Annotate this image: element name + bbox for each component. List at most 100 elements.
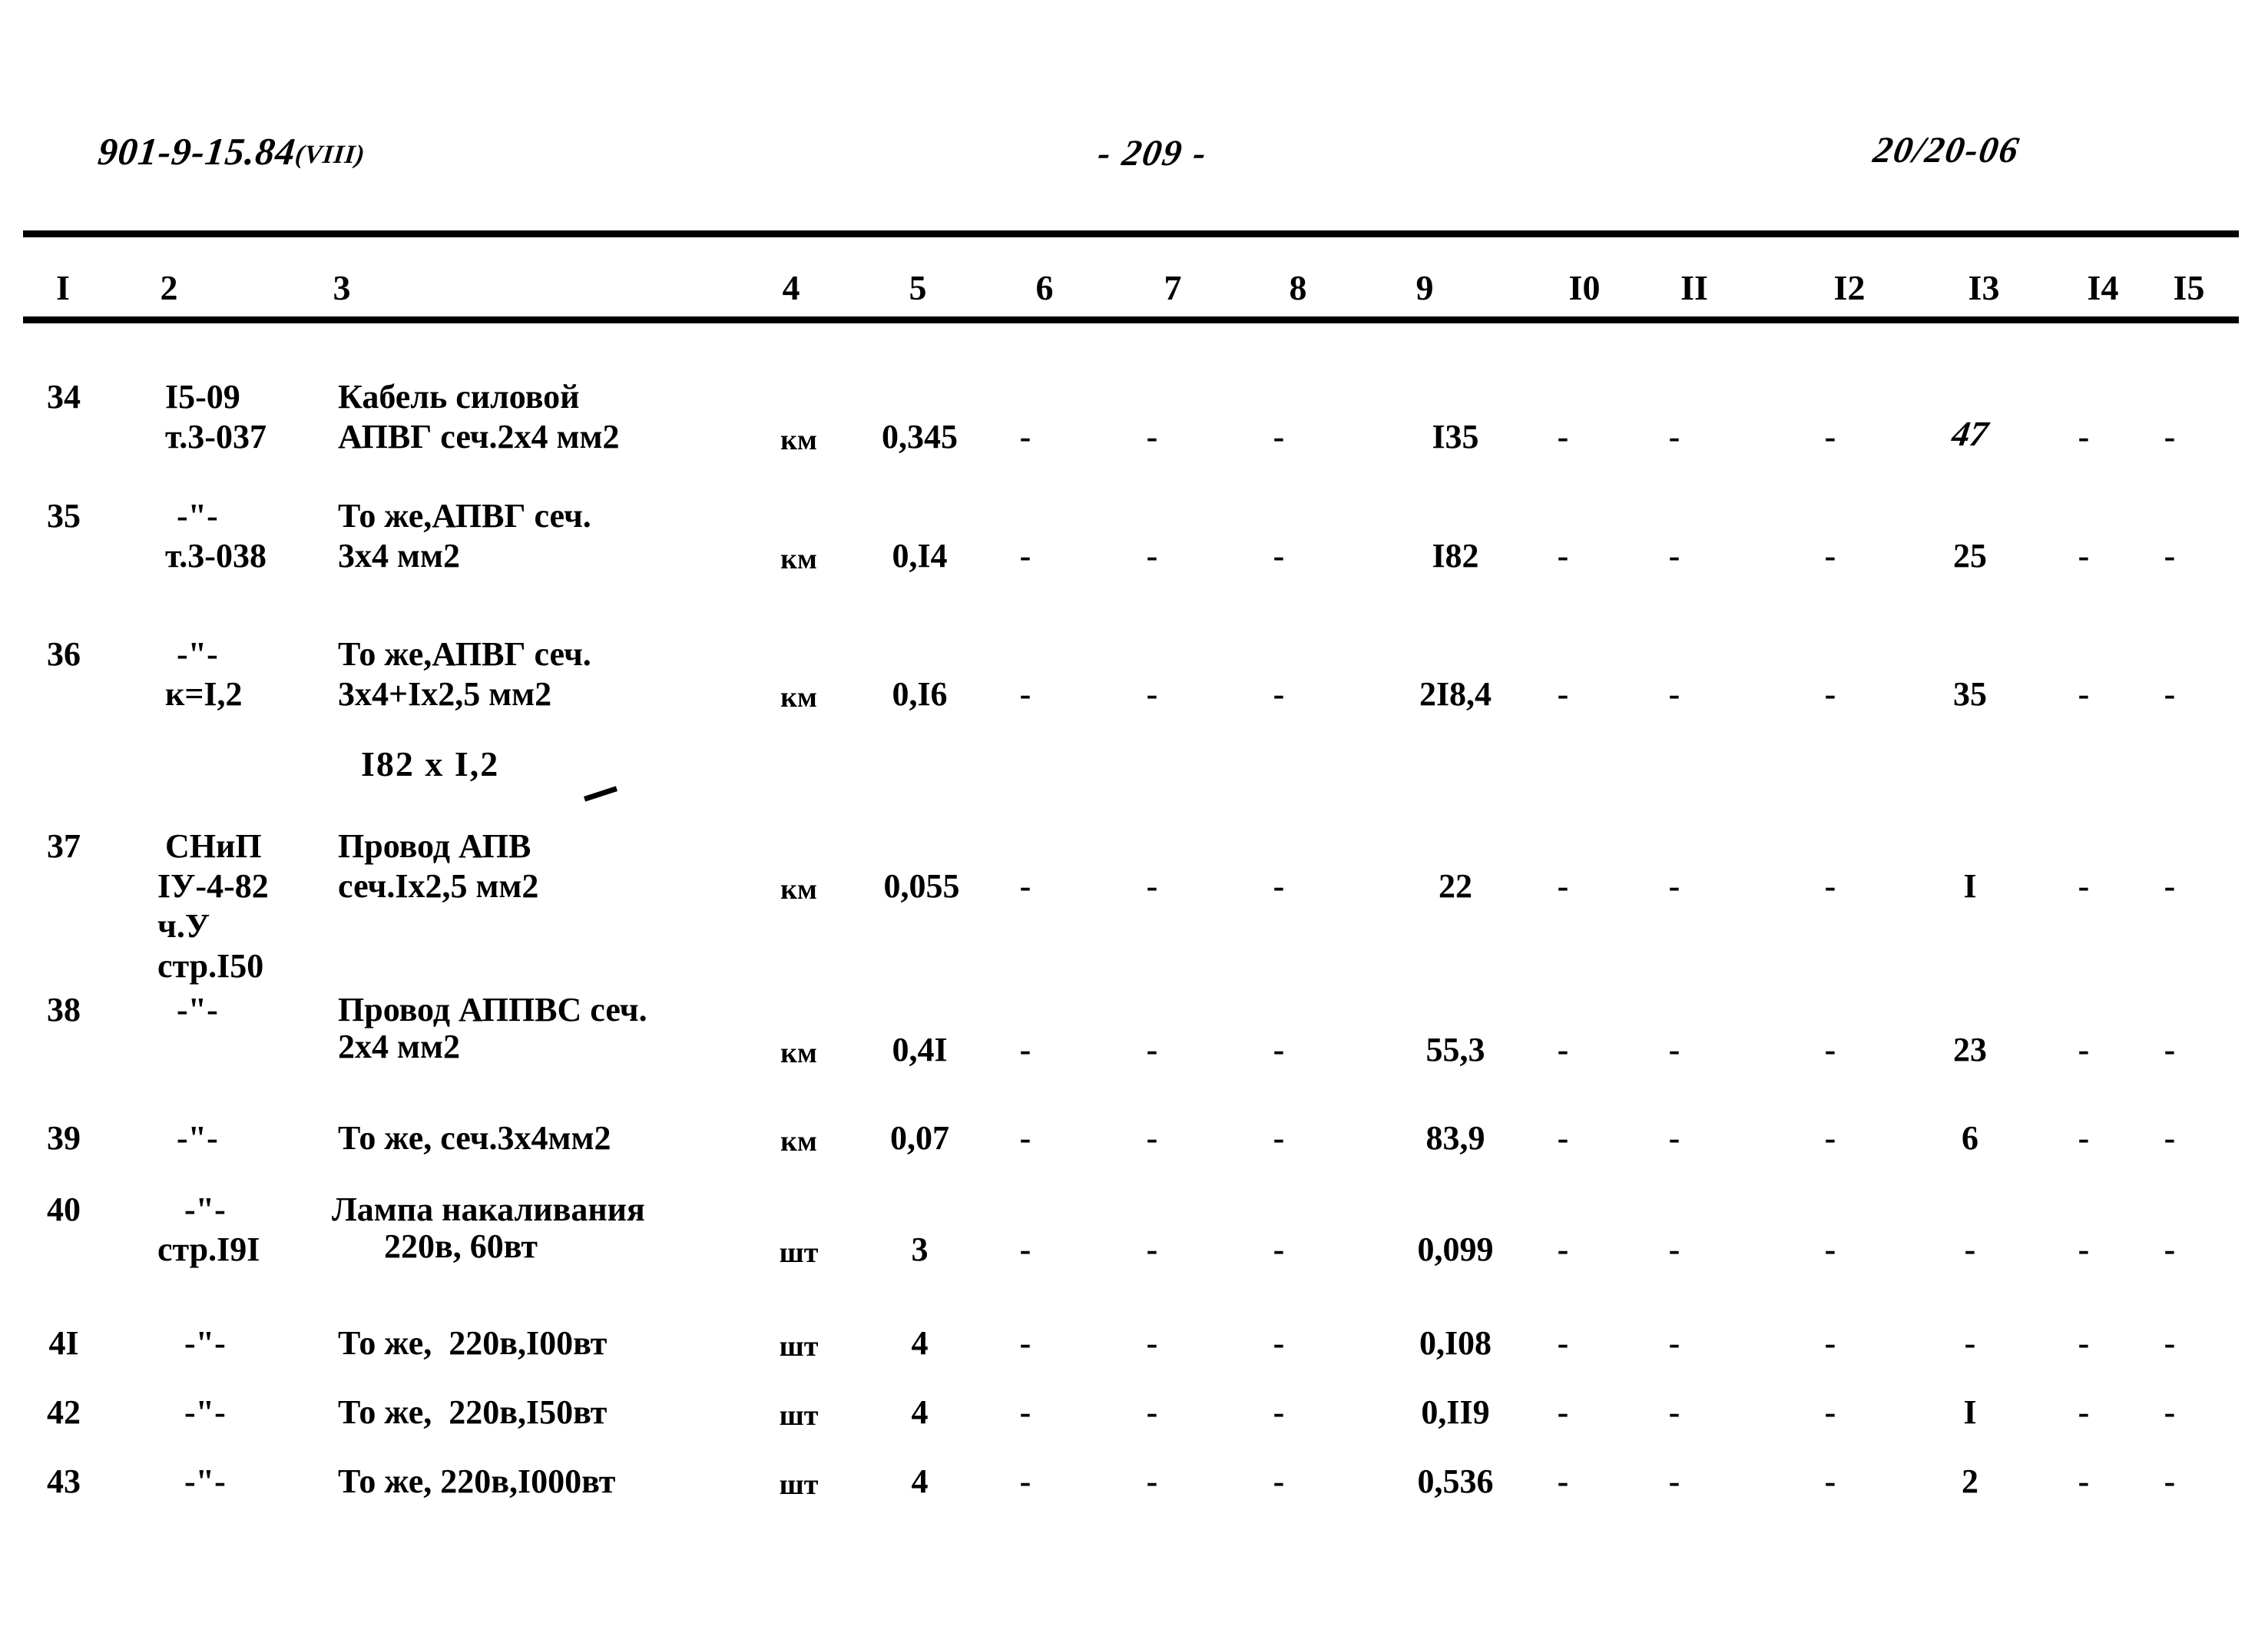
cell-unit: км bbox=[780, 424, 817, 456]
cell-col14: - bbox=[2078, 418, 2090, 455]
cell-ref-2: т.3-038 bbox=[165, 537, 267, 575]
cell-name-1: То же, 220в,I50вт bbox=[338, 1393, 608, 1431]
cell-unit: шт bbox=[779, 1330, 819, 1363]
cell-ref-1: СНиП bbox=[165, 827, 262, 865]
cell-col11: - bbox=[1668, 1324, 1680, 1362]
column-header-10: I0 bbox=[1568, 268, 1601, 307]
cell-num: 35 bbox=[47, 497, 81, 535]
cell-ref-1: -"- bbox=[184, 1191, 226, 1228]
cell-col13: I bbox=[1963, 1393, 1977, 1431]
cell-col12: - bbox=[1824, 1324, 1836, 1362]
cell-col8: - bbox=[1273, 1393, 1285, 1431]
cell-ref-4: стр.I50 bbox=[157, 947, 264, 985]
cell-col14: - bbox=[2078, 1462, 2090, 1500]
cell-col12: - bbox=[1824, 675, 1836, 713]
cell-col10: - bbox=[1557, 537, 1569, 575]
cell-name-2: сеч.Iх2,5 мм2 bbox=[338, 867, 539, 905]
cell-col15: - bbox=[2164, 1231, 2176, 1268]
cell-col9: I35 bbox=[1432, 418, 1479, 455]
cell-unit: км bbox=[780, 873, 817, 906]
cell-col12: - bbox=[1824, 418, 1836, 455]
cell-col5: 4 bbox=[911, 1393, 929, 1431]
column-header-8: 8 bbox=[1289, 268, 1307, 307]
cell-col9: 0,099 bbox=[1417, 1231, 1494, 1268]
cell-col11: - bbox=[1668, 1393, 1680, 1431]
cell-col13: I bbox=[1963, 867, 1977, 905]
cell-col8: - bbox=[1273, 867, 1285, 905]
cell-col12: - bbox=[1824, 1119, 1836, 1157]
cell-col6: - bbox=[1019, 867, 1031, 905]
cell-col9: 55,3 bbox=[1425, 1031, 1485, 1068]
cell-col5: 0,07 bbox=[890, 1119, 949, 1157]
cell-unit: шт bbox=[779, 1469, 819, 1501]
cell-col8: - bbox=[1273, 1462, 1285, 1500]
cell-ref-2: к=I,2 bbox=[165, 675, 243, 713]
cell-col14: - bbox=[2078, 1324, 2090, 1362]
cell-col9: 22 bbox=[1439, 867, 1472, 905]
cell-ref-1: -"- bbox=[177, 1119, 218, 1157]
cell-col7: - bbox=[1146, 1231, 1158, 1268]
cell-num: 38 bbox=[47, 991, 81, 1028]
annotation-underline-mark bbox=[583, 786, 618, 802]
cell-name-1: То же, 220в,I00вт bbox=[338, 1324, 608, 1362]
column-header-2: 2 bbox=[160, 268, 178, 307]
cell-ref-3: ч.У bbox=[157, 907, 210, 945]
cell-col12: - bbox=[1824, 1462, 1836, 1500]
cell-col10: - bbox=[1557, 1393, 1569, 1431]
cell-col7: - bbox=[1146, 1031, 1158, 1068]
cell-ref-1: I5-09 bbox=[165, 378, 240, 416]
sheet-code: 20/20-06 bbox=[1870, 130, 2024, 171]
cell-col13: 23 bbox=[1953, 1031, 1987, 1068]
cell-name-2: 2х4 мм2 bbox=[338, 1028, 460, 1065]
cell-col9: 0,536 bbox=[1417, 1462, 1494, 1500]
cell-col12: - bbox=[1824, 1031, 1836, 1068]
cell-col10: - bbox=[1557, 1031, 1569, 1068]
cell-ref-1: -"- bbox=[184, 1462, 226, 1500]
cell-ref-2: т.3-037 bbox=[165, 418, 267, 455]
cell-col7: - bbox=[1146, 418, 1158, 455]
cell-col5: 0,055 bbox=[883, 867, 960, 905]
column-header-13: I3 bbox=[1968, 268, 2000, 307]
cell-col13: 2 bbox=[1962, 1462, 1978, 1500]
column-header-12: I2 bbox=[1833, 268, 1866, 307]
cell-name-1: То же, 220в,I000вт bbox=[338, 1462, 616, 1500]
cell-col6: - bbox=[1019, 1231, 1031, 1268]
cell-col6: - bbox=[1019, 537, 1031, 575]
cell-col11: - bbox=[1668, 1462, 1680, 1500]
document-code: 901-9-15.84(VIII) bbox=[96, 129, 368, 174]
cell-col15: - bbox=[2164, 418, 2176, 455]
cell-col8: - bbox=[1273, 418, 1285, 455]
cell-unit: км bbox=[780, 1037, 817, 1069]
cell-col15: - bbox=[2164, 675, 2176, 713]
cell-col6: - bbox=[1019, 1393, 1031, 1431]
cell-col14: - bbox=[2078, 1031, 2090, 1068]
column-header-4: 4 bbox=[782, 268, 800, 307]
column-header-11: II bbox=[1680, 268, 1708, 307]
cell-col6: - bbox=[1019, 1324, 1031, 1362]
cell-col6: - bbox=[1019, 1031, 1031, 1068]
cell-num: 37 bbox=[47, 827, 81, 865]
cell-col10: - bbox=[1557, 1462, 1569, 1500]
cell-name-2: 3х4 мм2 bbox=[338, 537, 460, 575]
cell-col14: - bbox=[2078, 675, 2090, 713]
cell-ref-2: стр.I9I bbox=[157, 1231, 260, 1268]
cell-col11: - bbox=[1668, 1119, 1680, 1157]
column-header-3: 3 bbox=[333, 268, 351, 307]
cell-ref-1: -"- bbox=[177, 497, 218, 535]
table-top-rule bbox=[23, 230, 2239, 237]
cell-col8: - bbox=[1273, 537, 1285, 575]
cell-col7: - bbox=[1146, 675, 1158, 713]
cell-col7: - bbox=[1146, 1119, 1158, 1157]
cell-unit: шт bbox=[779, 1399, 819, 1432]
cell-col10: - bbox=[1557, 867, 1569, 905]
cell-col15: - bbox=[2164, 1393, 2176, 1431]
cell-col5: 0,4I bbox=[892, 1031, 948, 1068]
cell-col6: - bbox=[1019, 675, 1031, 713]
cell-col15: - bbox=[2164, 1119, 2176, 1157]
cell-col7: - bbox=[1146, 1462, 1158, 1500]
cell-col7: - bbox=[1146, 1393, 1158, 1431]
cell-name-2: 3х4+Iх2,5 мм2 bbox=[338, 675, 552, 713]
cell-ref-1: -"- bbox=[184, 1324, 226, 1362]
cell-col10: - bbox=[1557, 1231, 1569, 1268]
cell-name-2: 220в, 60вт bbox=[384, 1227, 538, 1265]
